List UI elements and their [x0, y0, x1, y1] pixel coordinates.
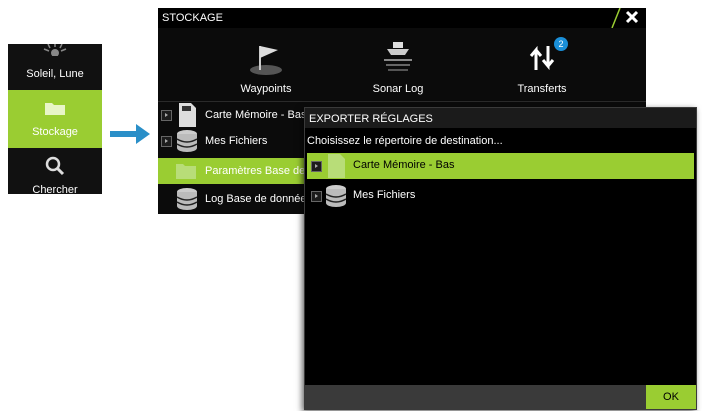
tab-sonar-log[interactable]: Sonar Log [328, 28, 468, 101]
tab-label: Waypoints [240, 83, 292, 95]
dialog-title: EXPORTER RÉGLAGES [309, 113, 433, 125]
side-item-label: Soleil, Lune [26, 68, 84, 80]
list-item-label: Mes Fichiers [205, 135, 268, 147]
tab-label: Transferts [517, 83, 567, 95]
side-item-soleil-lune[interactable]: Soleil, Lune [8, 44, 102, 88]
tab-transferts[interactable]: 2 Transferts [472, 28, 612, 101]
list-item-label: Paramètres Base de d [205, 165, 315, 177]
database-icon [325, 185, 347, 207]
database-icon [176, 188, 198, 210]
side-item-label: Stockage [32, 126, 78, 138]
sd-card-icon [179, 103, 196, 127]
tab-label: Sonar Log [372, 83, 424, 95]
expand-arrow-icon[interactable] [311, 191, 322, 202]
destination-item[interactable]: Carte Mémoire - Bas [307, 153, 694, 179]
close-button[interactable] [610, 8, 646, 28]
dialog-title-bar: EXPORTER RÉGLAGES [305, 108, 696, 128]
expand-arrow-icon[interactable] [311, 161, 322, 172]
side-menu: Soleil, Lune Stockage Chercher [8, 44, 102, 194]
list-item[interactable]: Mes Fichiers [158, 128, 308, 154]
list-item-label: Carte Mémoire - Bas [205, 109, 307, 121]
list-item[interactable]: Carte Mémoire - Bas [158, 102, 308, 128]
destination-label: Mes Fichiers [353, 189, 416, 201]
list-item[interactable]: Paramètres Base de d [158, 158, 314, 184]
folder-icon [176, 164, 196, 179]
sun-moon-icon [43, 44, 67, 56]
expand-arrow-icon[interactable] [161, 110, 172, 121]
sd-card-icon [328, 154, 345, 178]
close-icon [611, 8, 639, 28]
dialog-subtitle: Choisissez le répertoire de destination.… [307, 135, 503, 147]
expand-arrow-icon[interactable] [161, 136, 172, 147]
window-title: STOCKAGE [162, 12, 223, 24]
stockage-tabs: Waypoints Sonar Log 2 Transferts [158, 28, 646, 102]
ok-button[interactable]: OK [646, 385, 696, 409]
list-item[interactable]: Log Base de données [158, 186, 312, 212]
pointer-arrow-icon [110, 124, 150, 144]
side-item-label: Chercher [32, 184, 78, 194]
sonar-log-icon [384, 42, 412, 71]
dialog-footer: OK [305, 385, 696, 409]
transfer-count-badge: 2 [554, 37, 568, 51]
export-settings-dialog: EXPORTER RÉGLAGES Choisissez le répertoi… [304, 107, 697, 410]
destination-item[interactable]: Mes Fichiers [307, 183, 694, 209]
folder-icon [45, 103, 65, 115]
search-icon [45, 156, 65, 176]
waypoint-flag-icon [250, 46, 282, 75]
destination-label: Carte Mémoire - Bas [353, 159, 455, 171]
list-item-label: Log Base de données [205, 193, 313, 205]
database-icon [176, 130, 198, 152]
side-item-stockage[interactable]: Stockage [8, 90, 102, 148]
side-item-chercher[interactable]: Chercher [8, 150, 102, 194]
stockage-title-bar: STOCKAGE [158, 8, 646, 28]
tab-waypoints[interactable]: Waypoints [196, 28, 336, 101]
